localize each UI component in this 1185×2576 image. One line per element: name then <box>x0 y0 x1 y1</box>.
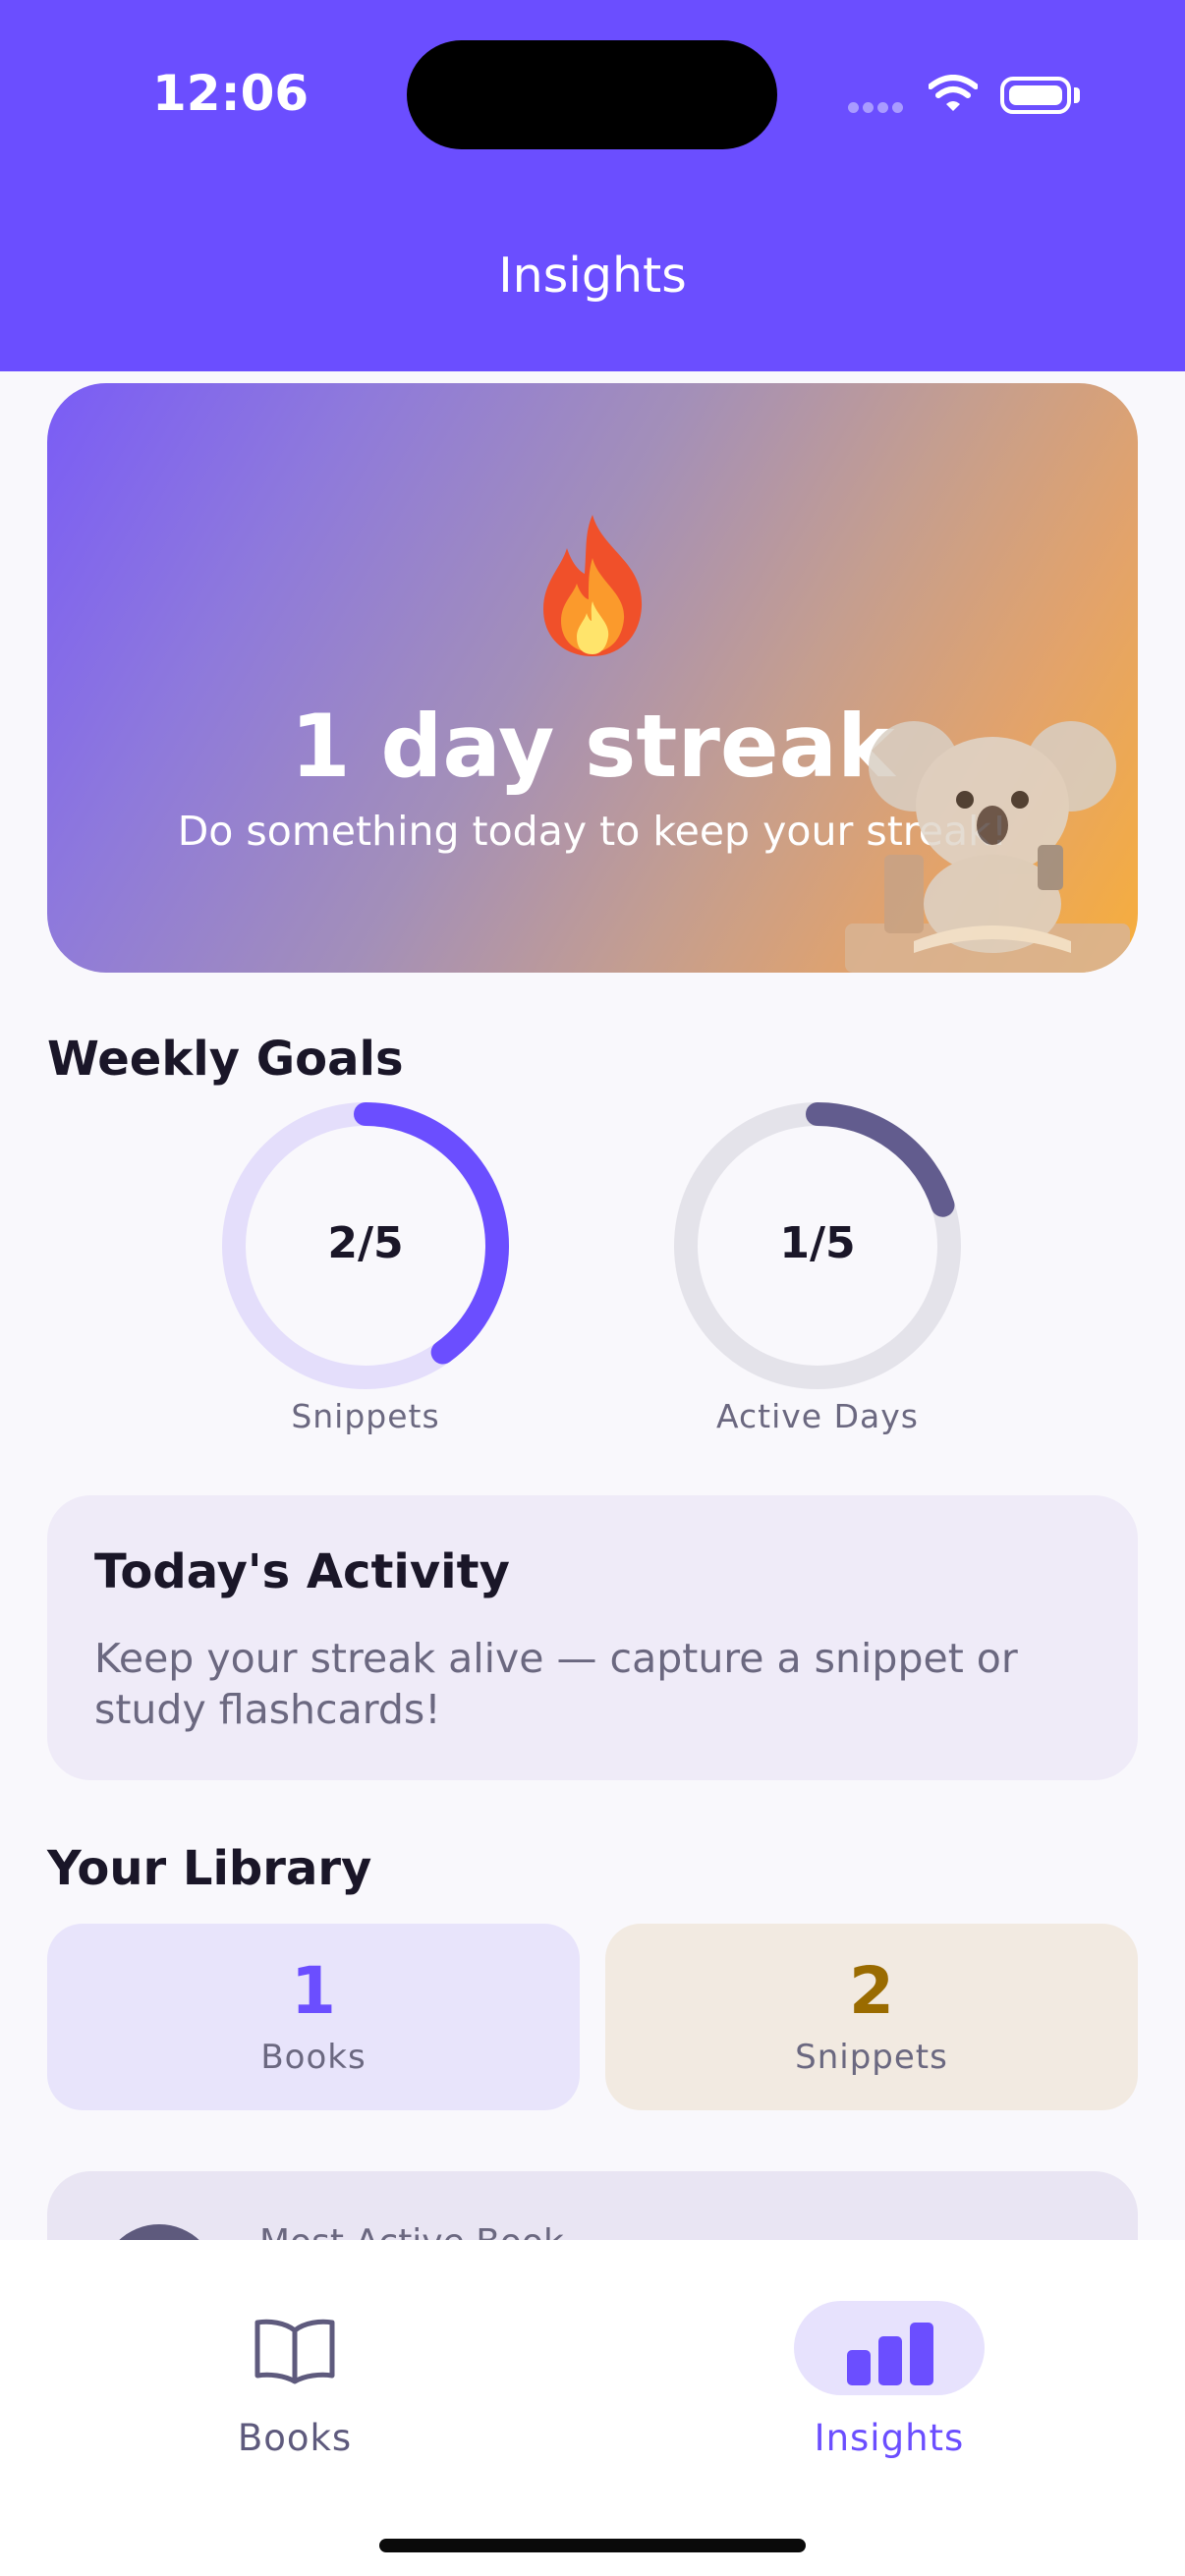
home-indicator <box>379 2539 806 2552</box>
snippets-count: 2 <box>849 1953 894 2029</box>
books-count-label: Books <box>260 2038 367 2077</box>
activity-title: Today's Activity <box>94 1544 510 1599</box>
koala-reading-illustration <box>845 717 1130 973</box>
activity-message: Keep your streak alive — capture a snipp… <box>94 1635 1018 1733</box>
status-time: 12:06 <box>152 65 310 122</box>
fire-icon <box>47 511 1138 663</box>
battery-icon <box>1000 77 1071 114</box>
tab-books-label: Books <box>237 2417 353 2459</box>
streak-card: 1 day streak Do something today to keep … <box>47 383 1138 973</box>
your-library-title: Your Library <box>47 1841 372 1896</box>
snippets-goal-label: Snippets <box>291 1397 440 1435</box>
active-days-goal-label: Active Days <box>716 1397 919 1435</box>
open-book-icon <box>254 2317 336 2390</box>
books-count-card[interactable]: 1 Books <box>47 1924 580 2110</box>
tab-insights-label: Insights <box>814 2417 965 2459</box>
books-count: 1 <box>291 1953 336 2029</box>
snippets-count-label: Snippets <box>795 2038 948 2077</box>
tab-books[interactable]: Books <box>197 2279 393 2476</box>
battery-cap <box>1074 87 1080 103</box>
wifi-icon <box>928 75 979 119</box>
tab-bar: Books Insights <box>0 2240 1185 2576</box>
active-days-goal-value: 1/5 <box>779 1218 856 1268</box>
snippets-count-card[interactable]: 2 Snippets <box>605 1924 1138 2110</box>
snippets-goal-value: 2/5 <box>327 1218 404 1268</box>
weekly-goals-title: Weekly Goals <box>47 1032 404 1087</box>
bar-chart-icon <box>845 2321 935 2390</box>
dynamic-island <box>407 40 777 149</box>
page-title: Insights <box>498 248 687 304</box>
tab-insights[interactable]: Insights <box>786 2279 992 2476</box>
todays-activity-card[interactable]: Today's Activity Keep your streak alive … <box>47 1495 1138 1780</box>
